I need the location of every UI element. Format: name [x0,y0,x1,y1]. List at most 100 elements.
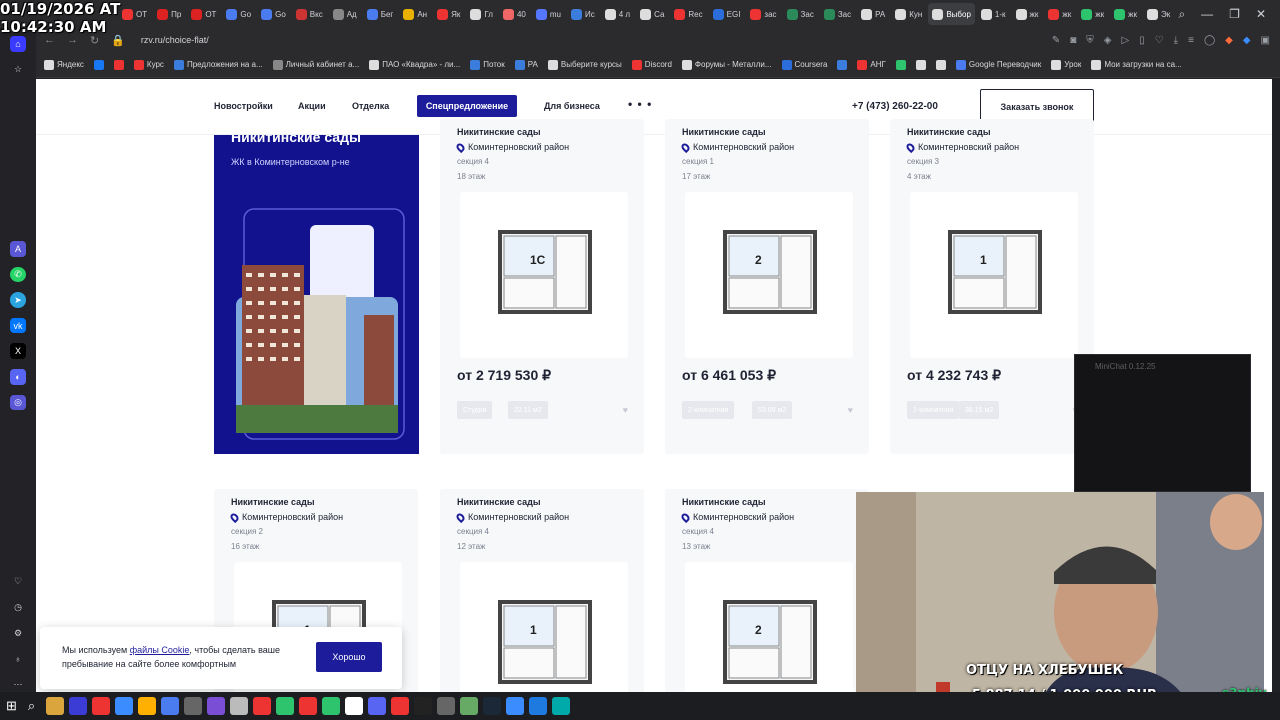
browser-tab[interactable]: Кун [891,3,926,25]
taskbar-app-icon[interactable] [322,697,341,715]
taskbar-app-icon[interactable] [184,697,203,715]
taskbar-app-icon[interactable] [391,697,410,715]
menu-icon[interactable]: ≡ [1188,35,1194,46]
bookmark-item[interactable] [915,59,926,70]
telegram-icon[interactable]: ➤ [10,292,26,308]
browser-tab[interactable]: жк [1044,3,1075,25]
whatsapp-icon[interactable]: ✆ [10,266,26,283]
taskbar-app-icon[interactable] [506,697,525,715]
browser-tab[interactable]: Зас [820,3,855,25]
bookmark-item[interactable] [895,59,906,70]
sidebar-toggle-icon[interactable]: ▣ [1261,35,1270,46]
cube-icon[interactable]: ◈ [1104,35,1112,46]
browser-tab[interactable]: 4 л [601,3,634,25]
taskbar-app-icon[interactable] [483,697,502,715]
browser-tab[interactable]: Пр [153,3,185,25]
browser-tab[interactable]: Ис [567,3,599,25]
browser-tab[interactable]: EGI [709,3,745,25]
browser-tab[interactable]: 1-к [977,3,1010,25]
browser-tab[interactable]: зас [746,3,780,25]
bookmark-item[interactable]: РА [514,59,538,70]
phone-number[interactable]: +7 (473) 260-22-00 [852,101,938,112]
home-icon[interactable]: ⌂ [10,36,26,52]
browser-tab[interactable]: 40 [499,3,530,25]
x-icon[interactable]: X [10,343,26,360]
taskbar-app-icon[interactable] [437,697,456,715]
discord-icon[interactable]: ◐ [10,369,26,385]
taskbar-app-icon[interactable] [345,697,364,715]
taskbar-app-icon[interactable] [368,697,387,715]
nav-aktsii[interactable]: Акции [298,101,326,111]
taskbar-app-icon[interactable] [207,697,226,715]
browser-tab[interactable]: Са [636,3,668,25]
browser-tab[interactable]: ОТ [118,3,151,25]
start-icon[interactable]: ⊞ [6,698,17,714]
heart-outline-icon[interactable]: ♡ [1155,35,1164,46]
messenger-icon[interactable]: A [10,241,26,257]
bookmark-item[interactable]: Урок [1051,59,1081,70]
apartment-card[interactable]: Никитинские сады Коминтерновский район сек… [665,489,869,692]
bookmark-item[interactable]: ПАО «Квадра» - ли... [369,59,460,70]
promo-card[interactable]: Никитинские сады ЖК в Коминтерновском р-… [214,135,419,454]
shield-icon[interactable]: ⛨ [1086,35,1094,46]
apartment-card[interactable]: Никитинские сады Коминтерновский район сек… [665,119,869,454]
taskbar-app-icon[interactable] [253,697,272,715]
minimize-icon[interactable]: — [1201,7,1213,21]
browser-tab[interactable]: Як [433,3,464,25]
browser-tab[interactable]: Зас [783,3,818,25]
cookie-accept-button[interactable]: Хорошо [316,642,382,672]
bookmark-item[interactable] [93,59,104,70]
taskbar-app-icon[interactable] [299,697,318,715]
taskbar-app-icon[interactable] [69,697,88,715]
browser-tab[interactable]: ОТ [187,3,220,25]
taskbar-app-icon[interactable] [115,697,134,715]
bookmark-item[interactable]: Discord [631,59,672,70]
bookmark-item[interactable]: Яндекс [44,59,84,70]
apartment-card[interactable]: Никитинские сады Коминтерновский район сек… [440,119,644,454]
browser-tab[interactable]: РА [857,3,889,25]
taskbar-app-icon[interactable] [230,697,249,715]
taskbar-app-icon[interactable] [529,697,548,715]
extension-icon[interactable]: ◆ [1225,35,1233,46]
cookie-link[interactable]: файлы Cookie [130,645,190,655]
vpn-icon[interactable]: ◆ [1243,35,1251,46]
taskbar-app-icon[interactable] [552,697,571,715]
browser-tab[interactable]: жк [1110,3,1141,25]
more-icon[interactable]: ⋯ [10,677,26,693]
maximize-icon[interactable]: ❐ [1229,7,1240,21]
favorite-heart-icon[interactable]: ♥ [623,405,628,415]
bookmark-item[interactable]: Coursera [781,59,827,70]
bookmark-item[interactable] [113,59,124,70]
camera-icon[interactable]: ◙ [1070,35,1076,46]
browser-tab[interactable]: Выбор [928,3,975,25]
bookmark-item[interactable]: Выберите курсы [547,59,622,70]
taskbar-app-icon[interactable] [46,697,65,715]
bookmark-item[interactable]: Предложения на а... [173,59,263,70]
nav-otdelka[interactable]: Отделка [352,101,389,111]
star-icon[interactable]: ☆ [10,62,26,78]
search-tabs-icon[interactable]: ⌕ [1178,7,1185,22]
taskbar-app-icon[interactable] [138,697,157,715]
bookmark-item[interactable]: Курс [133,59,164,70]
taskbar-app-icon[interactable] [460,697,479,715]
browser-tab[interactable]: Бег [363,3,398,25]
minichat-window[interactable]: MiniChat 0.12.25 [1074,354,1251,492]
nav-novostroyki[interactable]: Новостройки [214,101,273,111]
browser-tab[interactable]: Rec [670,3,706,25]
bookmark-item[interactable] [837,59,848,70]
download-icon[interactable]: ⤓ [1174,35,1178,46]
history-icon[interactable]: ◷ [10,600,26,616]
url-input[interactable]: rzv.ru/choice-flat/ [141,35,1052,45]
browser-tab[interactable]: mu [532,3,565,25]
assistant-icon[interactable]: ◎ [10,394,26,411]
search-icon[interactable]: ⌕ [28,698,35,714]
bookmark-icon[interactable]: ▯ [1139,35,1145,46]
browser-tab[interactable]: жк [1012,3,1043,25]
nav-business[interactable]: Для бизнеса [544,101,600,111]
favorite-heart-icon[interactable]: ♥ [848,405,853,415]
browser-tab[interactable]: жк [1077,3,1108,25]
browser-tab[interactable]: Go [222,3,255,25]
bookmark-item[interactable]: Google Переводчик [955,59,1041,70]
taskbar-app-icon[interactable] [276,697,295,715]
browser-tab[interactable]: Go [257,3,290,25]
